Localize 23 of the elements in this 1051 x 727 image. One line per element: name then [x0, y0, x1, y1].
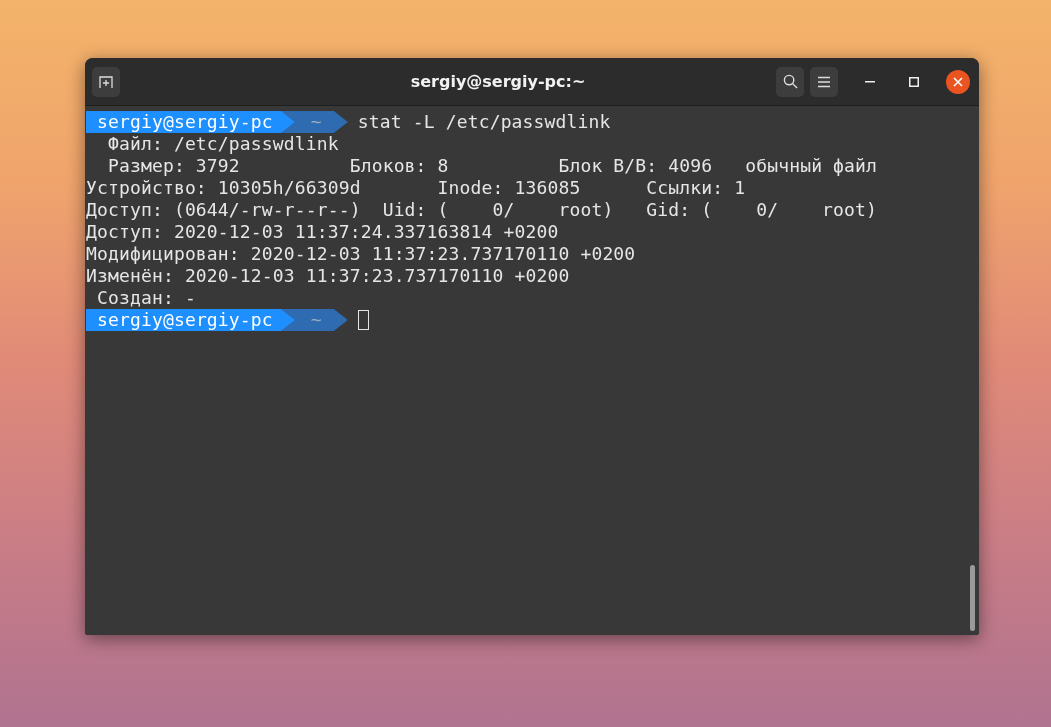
output-line: Доступ: (0644/-rw-r--r--) Uid: ( 0/ root) Gid: ( 0/ root)	[86, 199, 879, 221]
output-line: Создан: -	[96, 287, 197, 309]
new-tab-icon	[98, 73, 114, 90]
search-icon	[782, 74, 798, 89]
scrollbar-thumb[interactable]	[970, 565, 975, 631]
prompt-user-host: sergiy@sergiy-pc	[86, 111, 295, 133]
menu-button[interactable]	[810, 66, 838, 97]
output-line: Доступ: 2020-12-03 11:37:24.337163814 +0200	[86, 221, 560, 243]
prompt-user-host: sergiy@sergiy-pc	[86, 309, 295, 331]
new-tab-button[interactable]	[92, 66, 120, 97]
output-line: Изменён: 2020-12-03 11:37:23.737170110 +0200	[86, 265, 571, 287]
window-title: sergiy@sergiy-pc:~	[409, 72, 587, 91]
search-button[interactable]	[776, 66, 804, 97]
maximize-icon	[909, 76, 919, 87]
close-icon	[953, 76, 963, 87]
minimize-icon	[865, 80, 875, 83]
close-button[interactable]	[946, 69, 970, 94]
output-line: Файл: /etc/passwdlink	[106, 133, 340, 155]
output-line: Устройство: 10305h/66309d Inode: 136085 Ссылки: 1	[86, 177, 747, 199]
output-line: Модифицирован: 2020-12-03 11:37:23.737170110 +0200	[86, 243, 637, 265]
command-text: stat -L /etc/passwdlink	[357, 111, 611, 133]
menu-icon	[818, 75, 830, 88]
output-line: Размер: 3792 Блоков: 8 Блок В/В: 4096 обычный файл	[106, 155, 879, 177]
